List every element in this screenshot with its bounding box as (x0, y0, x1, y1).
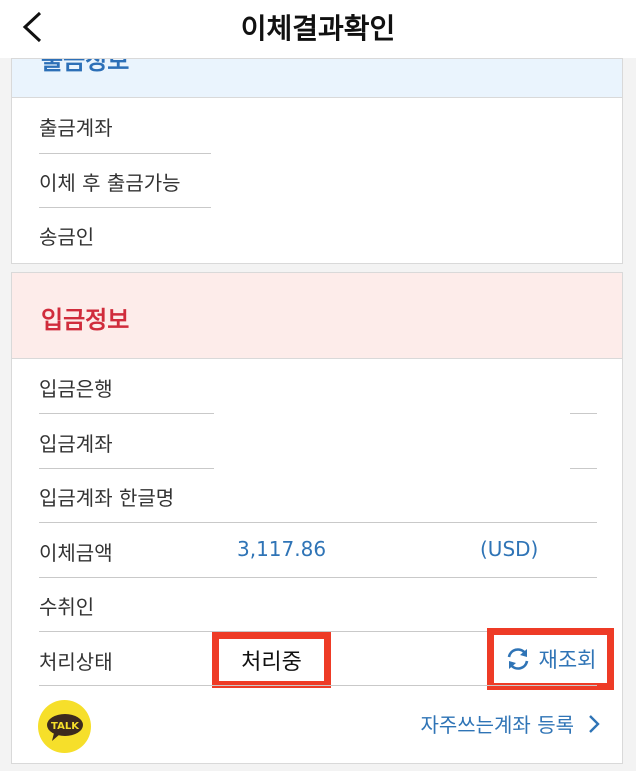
row-divider (39, 685, 597, 686)
processing-status-highlight: 처리중 (212, 632, 331, 688)
kakaotalk-icon: TALK (46, 713, 83, 741)
row-divider (570, 413, 597, 414)
reload-button[interactable]: 재조회 (487, 628, 614, 690)
withdrawal-info-header: 출금정보 (12, 59, 622, 98)
register-favorite-account-label: 자주쓰는계좌 등록 (420, 713, 574, 737)
row-divider (39, 577, 597, 578)
back-button[interactable] (14, 8, 50, 46)
transfer-amount-label: 이체금액 (39, 541, 113, 565)
kakaotalk-button[interactable]: TALK (38, 700, 91, 753)
transfer-amount-value: 3,117.86 (237, 537, 327, 561)
recipient-label: 수취인 (39, 595, 95, 619)
withdrawal-info-title: 출금정보 (41, 59, 130, 75)
deposit-info-title: 입금정보 (41, 306, 130, 334)
sender-label: 송금인 (39, 225, 95, 249)
row-divider (39, 207, 211, 208)
account-holder-label: 입금계좌 한글명 (39, 486, 175, 510)
withdrawal-info-card: 출금정보 출금계좌 이체 후 출금가능 송금인 (11, 58, 623, 264)
page-title: 이체결과확인 (240, 12, 396, 45)
processing-status-label: 처리상태 (39, 650, 113, 674)
chevron-left-icon (22, 11, 42, 43)
chevron-right-icon (589, 714, 600, 733)
deposit-account-label: 입금계좌 (39, 432, 113, 456)
row-divider (39, 413, 214, 414)
app-header: 이체결과확인 (0, 0, 636, 58)
processing-status-value: 처리중 (241, 650, 302, 675)
reload-label: 재조회 (538, 648, 597, 672)
row-divider (39, 522, 597, 523)
row-divider (39, 468, 214, 469)
row-divider (39, 153, 211, 154)
deposit-info-header: 입금정보 (12, 273, 622, 359)
deposit-info-card: 입금정보 입금은행 입금계좌 입금계좌 한글명 이체금액 3,117.86 (U… (11, 272, 623, 764)
currency-code: (USD) (480, 537, 539, 561)
refresh-icon (507, 648, 528, 670)
row-divider (570, 468, 597, 469)
kakaotalk-icon-text: TALK (51, 721, 80, 732)
withdrawal-account-label: 출금계좌 (39, 116, 113, 140)
deposit-bank-label: 입금은행 (39, 377, 113, 401)
register-favorite-account-link[interactable]: 자주쓰는계좌 등록 (420, 709, 600, 738)
available-balance-label: 이체 후 출금가능 (39, 171, 181, 195)
